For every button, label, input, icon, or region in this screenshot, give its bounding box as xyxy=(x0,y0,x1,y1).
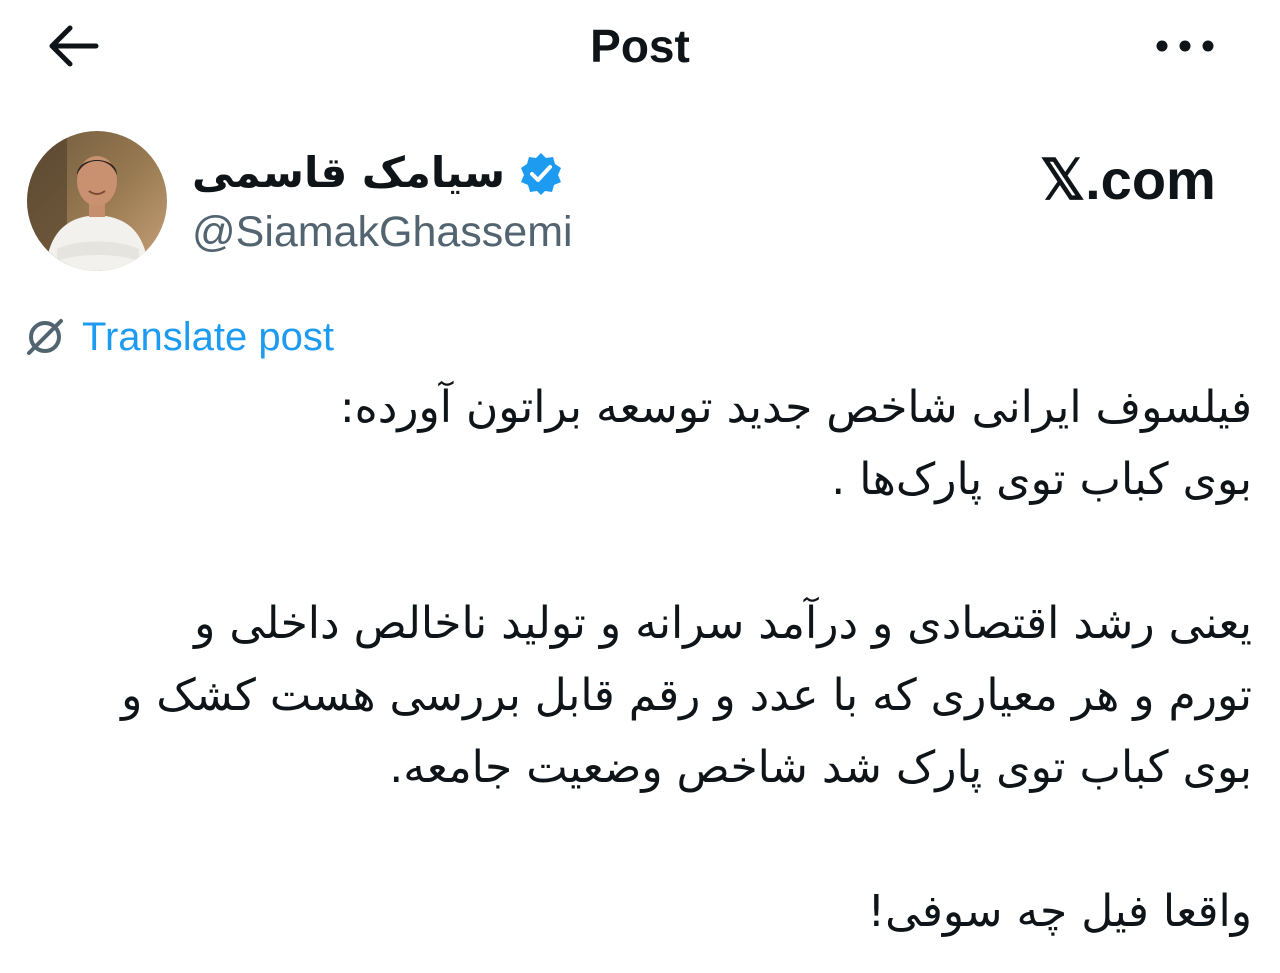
top-bar: Post xyxy=(0,0,1280,92)
site-watermark: 𝕏.com xyxy=(1040,148,1216,212)
site-watermark-text: 𝕏.com xyxy=(1040,148,1216,211)
author-display-name[interactable]: سیامک قاسمی xyxy=(192,143,505,203)
author-name-row: سیامک قاسمی xyxy=(192,138,563,208)
translate-post-label: Translate post xyxy=(82,315,334,359)
post-line: بوی کباب توی پارک‌ها . xyxy=(831,454,1252,505)
author-avatar[interactable] xyxy=(27,131,167,271)
author-handle[interactable]: @SiamakGhassemi xyxy=(192,205,573,259)
verified-badge-icon xyxy=(521,153,562,195)
avatar-photo xyxy=(27,131,167,271)
back-button[interactable] xyxy=(40,18,104,74)
post-line: یعنی رشد اقتصادی و درآمد سرانه و تولید ن… xyxy=(194,598,1252,649)
post-line: بوی کباب توی پارک شد شاخص وضعیت جامعه. xyxy=(389,742,1252,793)
post-line: فیلسوف ایرانی شاخص جدید توسعه براتون آور… xyxy=(339,382,1252,433)
translate-icon xyxy=(27,319,63,355)
translate-post-button[interactable]: Translate post xyxy=(24,312,334,362)
post-text: فیلسوف ایرانی شاخص جدید توسعه براتون آور… xyxy=(22,372,1252,948)
arrow-left-icon xyxy=(49,25,99,67)
post-line: تورم و هر معیاری که با عدد و رقم قابل بر… xyxy=(121,670,1252,721)
page-title: Post xyxy=(590,20,690,72)
more-horizontal-icon xyxy=(1156,40,1214,52)
more-options-button[interactable] xyxy=(1150,22,1220,70)
post-line: واقعا فیل چه سوفی! xyxy=(867,886,1252,937)
